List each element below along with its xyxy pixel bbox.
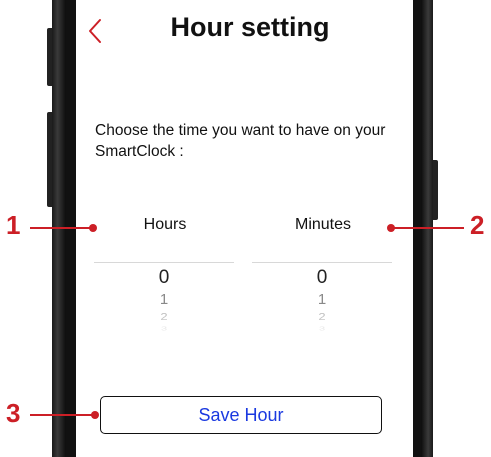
picker-value: 1 — [317, 291, 327, 308]
callout-dot-2 — [387, 224, 395, 232]
picker-value: 1 — [159, 291, 169, 308]
picker-fade — [252, 303, 392, 343]
phone-side-button — [433, 160, 438, 220]
chevron-left-icon — [89, 19, 101, 43]
callout-dot-1 — [89, 224, 97, 232]
callout-dot-3 — [91, 411, 99, 419]
callout-line-1 — [30, 227, 92, 229]
hours-picker[interactable]: 0 1 2 3 — [94, 262, 234, 343]
picker-value: 2 — [318, 310, 326, 323]
callout-number-2: 2 — [470, 210, 485, 240]
picker-value: 3 — [318, 326, 326, 332]
picker-value: 3 — [160, 326, 168, 332]
picker-value-selected: 0 — [316, 267, 328, 288]
minutes-label: Minutes — [294, 216, 352, 233]
picker-value: 2 — [160, 310, 168, 323]
picker-value-selected: 0 — [158, 267, 170, 288]
callout-line-3 — [30, 414, 94, 416]
callout-line-2 — [392, 227, 464, 229]
page-title: Hour setting — [170, 12, 330, 42]
save-hour-button[interactable]: Save Hour — [100, 396, 382, 434]
instructions-text: Choose the time you want to have on your… — [95, 122, 386, 160]
callout-number-1: 1 — [6, 210, 21, 240]
minutes-picker[interactable]: 0 1 2 3 — [252, 262, 392, 343]
hours-label: Hours — [143, 216, 187, 233]
callout-number-3: 3 — [6, 398, 21, 428]
picker-fade — [94, 303, 234, 343]
back-button[interactable] — [86, 14, 106, 48]
